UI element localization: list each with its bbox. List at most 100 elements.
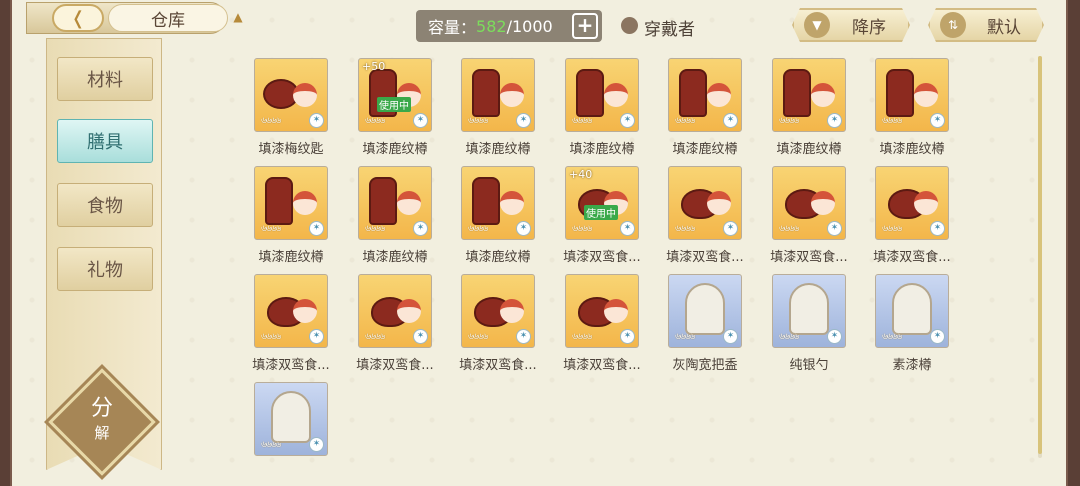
fork-icon: ✶ [723, 113, 738, 128]
item-name: 填漆鹿纹樽 [362, 142, 428, 157]
sort-mode-button[interactable]: ⇅ 默认 [928, 8, 1044, 42]
star-rating: ৬৬৬৬ [261, 224, 281, 234]
item-icon [576, 69, 604, 117]
item-icon [892, 283, 932, 335]
tab-materials[interactable]: 材料 [57, 57, 153, 101]
fork-icon: ✶ [827, 221, 842, 236]
fork-icon: ✶ [309, 221, 324, 236]
fork-icon: ✶ [309, 113, 324, 128]
character-icon [707, 191, 731, 215]
item-icon [679, 69, 707, 117]
item-name: 素漆樽 [892, 358, 932, 373]
fork-icon: ✶ [516, 113, 531, 128]
character-icon [397, 299, 421, 323]
star-rating: ৬৬৬৬ [365, 116, 385, 126]
item-name: 填漆鹿纹樽 [879, 142, 945, 157]
star-rating: ৬৬৬৬ [882, 116, 902, 126]
character-icon [293, 83, 317, 107]
enhance-level: +40 [569, 168, 593, 181]
warehouse-panel: ❬ 仓库 ▲ 容量： 582 /1000 + 穿戴者 ▼ 降序 ⇅ 默认 材料 … [10, 0, 1068, 486]
tab-gifts[interactable]: 礼物 [57, 247, 153, 291]
star-rating: ৬৬৬৬ [468, 332, 488, 342]
back-button[interactable]: ❬ [52, 4, 104, 32]
star-rating: ৬৬৬৬ [882, 224, 902, 234]
item-name: 纯银勺 [789, 358, 829, 373]
item-slot[interactable]: ৬৬৬৬ ✶ [358, 166, 432, 240]
item-icon [271, 391, 311, 443]
character-icon [914, 191, 938, 215]
character-icon [293, 299, 317, 323]
character-icon [811, 191, 835, 215]
item-slot[interactable]: ৬৬৬৬ ✶ [772, 274, 846, 348]
star-rating: ৬৬৬৬ [675, 116, 695, 126]
item-slot[interactable]: ৬৬৬৬ ✶ [461, 274, 535, 348]
item-icon [265, 177, 293, 225]
add-capacity-button[interactable]: + [572, 13, 598, 39]
fork-icon: ✶ [620, 221, 635, 236]
item-slot[interactable]: ৬৬৬৬ ✶ [565, 58, 639, 132]
sort-mode-label: 默认 [987, 17, 1021, 38]
sort-order-button[interactable]: ▼ 降序 [792, 8, 910, 42]
fork-icon: ✶ [620, 113, 635, 128]
item-slot[interactable]: ৬৬৬৬ ✶ [772, 58, 846, 132]
page-title: 仓库 [108, 4, 228, 32]
tab-label: 食物 [87, 196, 123, 217]
star-rating: ৬৬৬৬ [675, 332, 695, 342]
item-slot[interactable]: ৬৬৬৬ ✶ [254, 58, 328, 132]
item-icon [472, 69, 500, 117]
fork-icon: ✶ [827, 113, 842, 128]
item-slot[interactable]: ৬৬৬৬ ✶ [461, 166, 535, 240]
item-slot[interactable]: ৬৬৬৬ ✶ [254, 382, 328, 456]
tab-label: 礼物 [87, 260, 123, 281]
item-slot[interactable]: ৬৬৬৬ ✶ [254, 166, 328, 240]
character-icon [604, 299, 628, 323]
scrollbar-thumb[interactable] [1038, 56, 1042, 454]
fork-icon: ✶ [309, 437, 324, 452]
character-icon [293, 191, 317, 215]
star-rating: ৬৬৬৬ [261, 440, 281, 450]
star-rating: ৬৬৬৬ [882, 332, 902, 342]
item-icon [369, 177, 397, 225]
crown-icon: ▲ [233, 10, 243, 24]
wearer-toggle[interactable] [621, 17, 638, 34]
character-icon [397, 191, 421, 215]
item-name: 填漆鹿纹樽 [465, 142, 531, 157]
tab-tableware[interactable]: 膳具 [57, 119, 153, 163]
fork-icon: ✶ [930, 113, 945, 128]
item-name: 填漆双鸾食... [252, 358, 330, 373]
item-slot[interactable]: ৬৬৬৬ ✶ [565, 274, 639, 348]
star-rating: ৬৬৬৬ [261, 116, 281, 126]
item-icon [685, 283, 725, 335]
item-slot[interactable]: ৬৬৬৬ ✶ [254, 274, 328, 348]
item-name: 填漆鹿纹樽 [672, 142, 738, 157]
fork-icon: ✶ [620, 329, 635, 344]
item-slot[interactable]: ৬৬৬৬ ✶ [668, 166, 742, 240]
character-icon [604, 83, 628, 107]
character-icon [500, 83, 524, 107]
item-slot[interactable]: ৬৬৬৬ ✶ [358, 274, 432, 348]
item-slot[interactable]: ৬৬৬৬ ✶ +40 使用中 [565, 166, 639, 240]
item-name: 填漆双鸾食... [563, 250, 641, 265]
item-slot[interactable]: ৬৬৬৬ ✶ [875, 166, 949, 240]
item-slot[interactable]: ৬৬৬৬ ✶ [875, 274, 949, 348]
item-slot[interactable]: ৬৬৬৬ ✶ [461, 58, 535, 132]
item-name: 填漆双鸾食... [563, 358, 641, 373]
swap-icon: ⇅ [940, 12, 966, 38]
item-icon [789, 283, 829, 335]
item-slot[interactable]: ৬৬৬৬ ✶ [772, 166, 846, 240]
fork-icon: ✶ [516, 221, 531, 236]
fork-icon: ✶ [723, 329, 738, 344]
fork-icon: ✶ [723, 221, 738, 236]
fork-icon: ✶ [309, 329, 324, 344]
sort-order-label: 降序 [852, 17, 886, 38]
tab-food[interactable]: 食物 [57, 183, 153, 227]
item-name: 填漆鹿纹樽 [362, 250, 428, 265]
item-slot[interactable]: ৬৬৬৬ ✶ +50 使用中 [358, 58, 432, 132]
item-slot[interactable]: ৬৬৬৬ ✶ [668, 274, 742, 348]
arrow-down-icon: ▼ [804, 12, 830, 38]
star-rating: ৬৬৬৬ [365, 224, 385, 234]
fork-icon: ✶ [930, 329, 945, 344]
item-slot[interactable]: ৬৬৬৬ ✶ [875, 58, 949, 132]
item-slot[interactable]: ৬৬৬৬ ✶ [668, 58, 742, 132]
fork-icon: ✶ [827, 329, 842, 344]
